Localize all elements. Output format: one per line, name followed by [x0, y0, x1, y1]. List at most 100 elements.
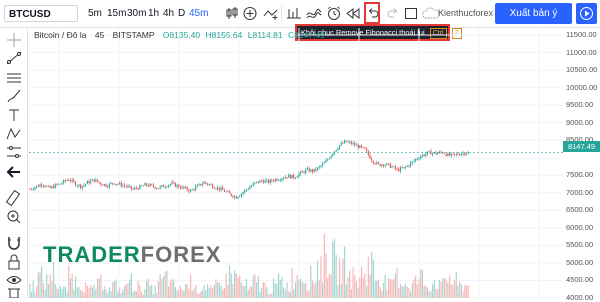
volume-bar — [217, 282, 219, 298]
undo-button[interactable] — [364, 2, 380, 24]
candle-body — [146, 183, 148, 186]
candle-body — [425, 153, 427, 156]
candle-body — [305, 169, 307, 173]
volume-bar — [454, 280, 456, 298]
candle-body — [272, 180, 275, 182]
volume-bar — [303, 283, 305, 298]
volume-bar — [113, 281, 116, 298]
text-icon[interactable] — [5, 107, 23, 123]
timeframe-5m[interactable]: 5m — [88, 8, 102, 19]
volume-bar — [355, 281, 358, 298]
pattern-icon[interactable] — [5, 126, 23, 142]
candle-body — [284, 177, 286, 179]
candle-body — [379, 163, 381, 166]
timeframe-15m[interactable]: 15m — [107, 8, 126, 19]
candle-body — [325, 160, 327, 163]
timeframe-4h[interactable]: 4h — [163, 8, 174, 19]
volume-bar — [274, 283, 276, 298]
replay-icon[interactable] — [345, 5, 361, 22]
candle-body — [388, 163, 390, 165]
timeframe-30m[interactable]: 30m — [127, 8, 146, 19]
zoom-in-icon[interactable] — [5, 209, 23, 225]
candle-body — [200, 183, 202, 186]
volume-bar — [360, 266, 363, 298]
candle-body — [208, 184, 210, 186]
lock-drawings-icon[interactable] — [5, 254, 23, 270]
volume-bar — [71, 273, 73, 298]
candle-body — [230, 193, 232, 196]
candle-body — [462, 153, 464, 154]
candle-body — [32, 189, 34, 191]
add-indicator-icon[interactable] — [242, 5, 258, 22]
candle-body — [81, 186, 83, 189]
volume-bar — [352, 267, 354, 298]
candle-body — [394, 166, 396, 169]
candle-body — [391, 166, 393, 168]
candle-body — [264, 180, 266, 183]
symbol-search[interactable]: BTCUSD — [4, 5, 78, 22]
candle-body — [129, 185, 131, 187]
volume-bar — [325, 253, 327, 298]
volume-bar — [450, 283, 452, 298]
candle-body — [327, 159, 329, 161]
drawing-toolbar — [0, 28, 28, 298]
measure-icon[interactable] — [5, 144, 23, 160]
candle-body — [147, 185, 149, 187]
candle-body — [332, 153, 334, 156]
crosshair-icon[interactable] — [5, 32, 23, 48]
volume-bar — [147, 278, 149, 298]
volume-bar — [117, 291, 119, 298]
candle-body — [168, 185, 170, 187]
trash-icon[interactable] — [5, 287, 23, 298]
volume-bar — [396, 267, 398, 298]
candle-body — [125, 186, 127, 187]
candle-body — [454, 153, 456, 155]
candles-icon[interactable] — [224, 5, 240, 22]
timeframe-45m[interactable]: 45m — [189, 8, 208, 19]
candle-body — [137, 188, 139, 190]
magnet-icon[interactable] — [5, 235, 23, 251]
volume-bar — [416, 284, 418, 298]
volume-bar — [462, 291, 464, 298]
indicators-icon[interactable] — [286, 5, 302, 22]
volume-bar — [115, 279, 117, 298]
volume-bar — [228, 265, 231, 298]
ruler-icon[interactable] — [5, 190, 23, 206]
fullscreen-icon[interactable] — [403, 5, 419, 22]
candle-body — [411, 161, 413, 163]
volume-bar — [306, 291, 308, 298]
alert-icon[interactable] — [326, 5, 342, 22]
volume-bar — [362, 277, 364, 298]
volume-bar — [93, 285, 95, 298]
volume-bar — [183, 290, 185, 298]
volume-bar — [347, 277, 349, 298]
candle-body — [355, 144, 358, 146]
eye-icon[interactable] — [5, 272, 23, 288]
back-arrow-icon[interactable] — [5, 164, 23, 180]
candle-body — [416, 158, 418, 160]
fib-retracement-icon[interactable] — [5, 70, 23, 86]
play-button[interactable] — [576, 3, 597, 24]
username-label[interactable]: Kienthucforex — [438, 8, 493, 18]
candle-body — [49, 186, 51, 188]
volume-bar — [267, 294, 270, 298]
timeframe-1h[interactable]: 1h — [148, 8, 159, 19]
brush-icon[interactable] — [5, 88, 23, 104]
candle-body — [205, 181, 207, 184]
volume-bar — [154, 285, 156, 298]
candle-body — [132, 188, 134, 190]
templates-icon[interactable] — [306, 5, 322, 22]
timeframe-d[interactable]: D — [178, 8, 185, 19]
publish-idea-button[interactable]: Xuất bản ý tưởng — [495, 3, 572, 40]
volume-bar — [124, 285, 126, 298]
volume-bar — [164, 271, 166, 298]
volume-bar — [452, 284, 454, 298]
redo-icon[interactable] — [384, 5, 400, 22]
compare-icon[interactable] — [263, 5, 279, 22]
candle-body — [178, 184, 180, 188]
trend-line-icon[interactable] — [5, 50, 23, 66]
candle-body — [176, 184, 178, 187]
volume-bar — [178, 289, 180, 298]
volume-bar — [259, 291, 261, 298]
volume-bar — [264, 282, 266, 298]
